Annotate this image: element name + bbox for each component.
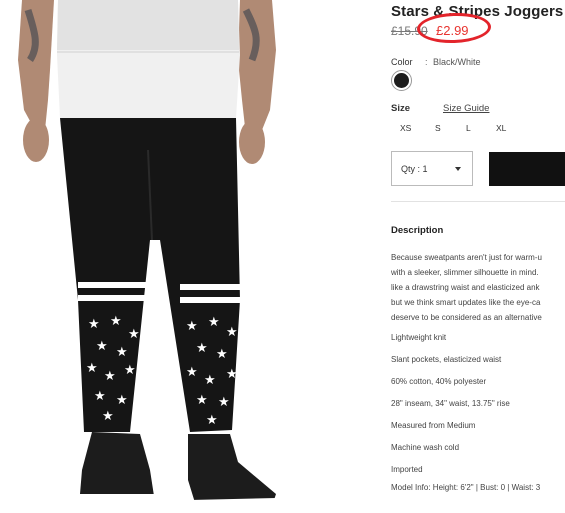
svg-text:★: ★ xyxy=(204,373,216,388)
color-value: Black/White xyxy=(433,57,481,67)
description-line: but we think smart updates like the eye-… xyxy=(391,298,541,307)
svg-text:★: ★ xyxy=(218,395,230,410)
svg-text:★: ★ xyxy=(128,327,140,342)
size-option-s[interactable]: S xyxy=(435,123,441,133)
jogger-model-image: ★ ★★ ★ ★★ ★ ★★ ★★ ★ ★★ ★ ★★ ★ ★★ ★★ xyxy=(18,0,276,508)
svg-text:★: ★ xyxy=(186,365,198,380)
detail-item: Measured from Medium xyxy=(391,421,476,430)
size-option-xl[interactable]: XL xyxy=(496,123,506,133)
svg-text:★: ★ xyxy=(116,393,128,408)
size-guide-link[interactable]: Size Guide xyxy=(443,103,489,114)
quantity-value: Qty : 1 xyxy=(401,164,428,174)
svg-text:★: ★ xyxy=(102,409,114,424)
svg-text:★: ★ xyxy=(196,341,208,356)
svg-text:★: ★ xyxy=(104,369,116,384)
size-option-l[interactable]: L xyxy=(466,123,471,133)
svg-text:★: ★ xyxy=(206,413,218,428)
detail-item: 28" inseam, 34" waist, 13.75" rise xyxy=(391,399,510,408)
svg-text:★: ★ xyxy=(196,393,208,408)
detail-item: Slant pockets, elasticized waist xyxy=(391,355,502,364)
size-label: Size xyxy=(391,103,411,114)
svg-text:★: ★ xyxy=(124,363,136,378)
detail-item: 60% cotton, 40% polyester xyxy=(391,377,487,386)
color-label: Color xyxy=(391,57,413,67)
detail-item: Model Info: Height: 6'2" | Bust: 0 | Wai… xyxy=(391,483,541,492)
section-divider xyxy=(391,201,565,202)
svg-text:★: ★ xyxy=(88,317,100,332)
description-title: Description xyxy=(391,225,444,236)
detail-item: Machine wash cold xyxy=(391,443,460,452)
product-info-panel: Stars & Stripes Joggers £15.90 £2.99 Col… xyxy=(391,0,565,513)
svg-text:★: ★ xyxy=(186,319,198,334)
detail-item: Lightweight knit xyxy=(391,333,447,342)
detail-item: Imported xyxy=(391,465,423,474)
svg-text:★: ★ xyxy=(110,314,122,329)
svg-text:★: ★ xyxy=(226,367,238,382)
add-to-bag-button[interactable] xyxy=(489,152,565,186)
svg-text:★: ★ xyxy=(208,315,220,330)
svg-text:★: ★ xyxy=(226,325,238,340)
svg-text:★: ★ xyxy=(94,389,106,404)
svg-text:★: ★ xyxy=(96,339,108,354)
product-photo: ★ ★ ★ ★ ★ ★ ★ ★ ★ ★ ★ ★ ★ ★ ★ ★ ★ ★ ★ ★ ★ ★ xyxy=(0,0,340,513)
description-line: deserve to be considered as an alternati… xyxy=(391,313,542,322)
svg-text:★: ★ xyxy=(86,361,98,376)
quantity-select[interactable]: Qty : 1 xyxy=(391,151,473,186)
size-option-xs[interactable]: XS xyxy=(400,123,411,133)
color-separator: : xyxy=(425,57,428,67)
description-line: like a drawstring waist and elasticized … xyxy=(391,283,540,292)
description-line: Because sweatpants aren't just for warm-… xyxy=(391,253,542,262)
black-color-swatch[interactable] xyxy=(391,70,412,91)
caret-down-icon xyxy=(455,167,461,171)
svg-text:★: ★ xyxy=(116,345,128,360)
description-line: with a sleeker, slimmer silhouette in mi… xyxy=(391,268,539,277)
svg-text:★: ★ xyxy=(216,347,228,362)
